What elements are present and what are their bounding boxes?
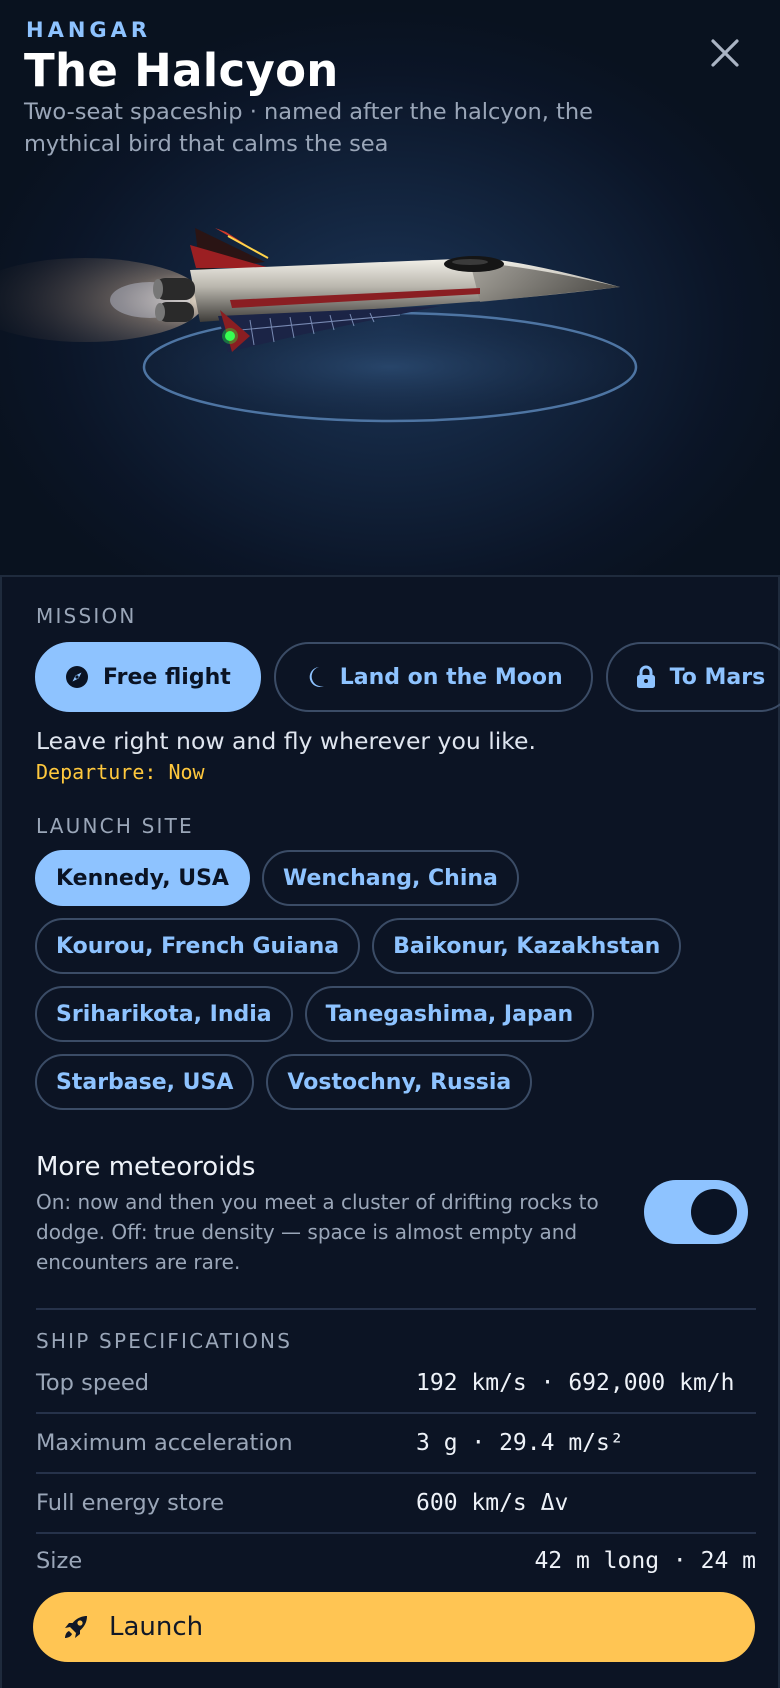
lock-icon (636, 665, 655, 688)
spec-value: 42 m long · 24 m (534, 1548, 756, 1574)
spec-label: Maximum acceleration (36, 1430, 293, 1456)
launch-label: Launch (109, 1612, 204, 1642)
site-vostochny[interactable]: Vostochny, Russia (266, 1054, 533, 1110)
page-subtitle: Two-seat spaceship · named after the hal… (24, 99, 593, 157)
site-kennedy[interactable]: Kennedy, USA (35, 850, 250, 906)
compass-icon (66, 666, 88, 688)
divider (36, 1308, 756, 1310)
meteoroids-description: On: now and then you meet a cluster of d… (36, 1190, 599, 1274)
mission-land-on-moon[interactable]: Land on the Moon (273, 642, 593, 712)
mission-label-text: Free flight (103, 664, 231, 690)
launch-site-options: Kennedy, USA Wenchang, China Kourou, Fre… (35, 850, 755, 1122)
toggle-knob (691, 1189, 737, 1235)
launch-button[interactable]: Launch (33, 1592, 755, 1662)
spec-label: Top speed (36, 1370, 150, 1396)
site-kourou[interactable]: Kourou, French Guiana (35, 918, 361, 974)
mission-options: Free flight Land on the Moon To Mars (35, 642, 780, 714)
close-button[interactable] (700, 28, 750, 78)
spec-max-acceleration: Maximum acceleration 3 g · 29.4 m/s² (36, 1414, 756, 1472)
departure-time: Departure: Now (36, 760, 205, 784)
meteoroids-toggle[interactable] (644, 1180, 748, 1244)
divider (36, 1532, 756, 1534)
mission-label-text: To Mars (669, 664, 766, 690)
spec-size: Size 42 m long · 24 m (36, 1536, 756, 1586)
spec-value: 600 km/s Δv (416, 1490, 569, 1516)
spec-label: Size (36, 1548, 83, 1574)
page-title: The Halcyon (24, 44, 339, 97)
spec-top-speed: Top speed 192 km/s · 692,000 km/h (36, 1354, 756, 1412)
mission-to-mars[interactable]: To Mars (605, 642, 780, 712)
meteoroids-title: More meteoroids (36, 1152, 256, 1182)
site-tanegashima[interactable]: Tanegashima, Japan (304, 986, 595, 1042)
hero-header: HANGAR The Halcyon Two-seat spaceship · … (0, 0, 780, 575)
specs-label: SHIP SPECIFICATIONS (36, 1329, 293, 1353)
spec-label: Full energy store (36, 1490, 225, 1516)
eyebrow: HANGAR (26, 18, 152, 42)
close-icon (711, 39, 739, 67)
mission-description: Leave right now and fly wherever you lik… (36, 727, 536, 755)
spec-value: 192 km/s · 692,000 km/h (416, 1370, 735, 1396)
site-starbase[interactable]: Starbase, USA (35, 1054, 255, 1110)
rocket-icon (65, 1616, 87, 1638)
site-wenchang[interactable]: Wenchang, China (261, 850, 519, 906)
mission-label-text: Land on the Moon (339, 664, 563, 690)
moon-icon (309, 667, 324, 687)
launch-site-label: LAUNCH SITE (36, 814, 194, 838)
site-baikonur[interactable]: Baikonur, Kazakhstan (372, 918, 682, 974)
spec-energy-store: Full energy store 600 km/s Δv (36, 1474, 756, 1532)
settings-panel: MISSION Free flight Land on the Moon To … (0, 575, 780, 1688)
spec-value: 3 g · 29.4 m/s² (416, 1430, 624, 1456)
site-sriharikota[interactable]: Sriharikota, India (35, 986, 293, 1042)
ship-illustration (0, 200, 780, 440)
mission-label: MISSION (36, 604, 137, 628)
mission-free-flight[interactable]: Free flight (35, 642, 261, 712)
